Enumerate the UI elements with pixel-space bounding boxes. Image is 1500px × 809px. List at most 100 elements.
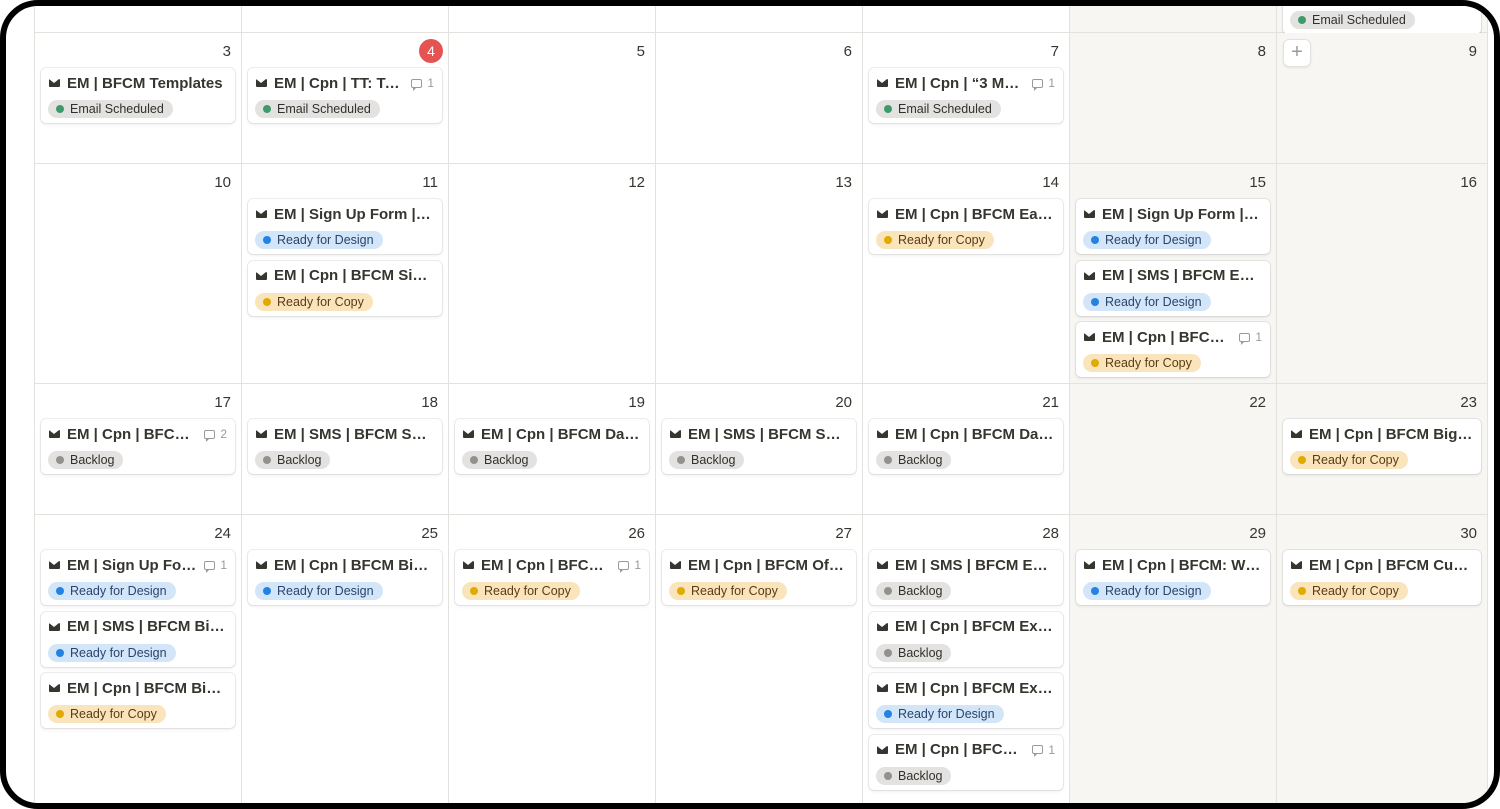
day-cell[interactable]: 27 EM | Cpn | BFCM Offer Ends Ready for Co… xyxy=(655,515,862,803)
status-tag: Ready for Design xyxy=(1083,292,1211,311)
day-cell[interactable]: 5 xyxy=(448,33,655,164)
day-cell[interactable]: 21 EM | Cpn | BFCM Daily Deal Backlog xyxy=(862,384,1069,515)
day-cell[interactable]: 12 xyxy=(448,164,655,384)
comment-count[interactable]: 1 xyxy=(204,558,227,573)
event-card[interactable]: EM | Cpn | BFCM Big Sale Ready for Copy xyxy=(1283,419,1481,474)
event-card[interactable]: EM | Cpn | BFCM Big Sale Ready for Design xyxy=(248,550,442,605)
event-card[interactable]: EM | Sign Up Form | Early Access Ready fo… xyxy=(1076,199,1270,254)
mail-icon xyxy=(877,79,888,87)
event-card[interactable]: EM | Cpn | BFCM Teaser 2 Backlog xyxy=(41,419,235,474)
event-title-row: EM | Cpn | BFCM Offer Ends xyxy=(670,556,848,574)
event-card[interactable]: EM | Cpn | BFCM Last 1 Backlog xyxy=(869,734,1063,790)
calendar-grid: Email Scheduled 3 EM | BFCM Templates Email… xyxy=(34,6,1488,803)
event-title: EM | Cpn | BFCM Sale xyxy=(481,556,610,574)
comment-count[interactable]: 1 xyxy=(618,558,641,573)
comment-number: 1 xyxy=(1048,76,1055,90)
event-card[interactable]: EM | SMS | BFCM SMS Teaser Backlog xyxy=(248,419,442,474)
event-card[interactable]: EM | Cpn | BFCM Sign Up Ready for Copy xyxy=(248,260,442,316)
event-card[interactable]: EM | Cpn | BFCM Offer Ends Ready for Copy xyxy=(662,550,856,605)
event-card[interactable]: EM | Cpn | BFCM Sale 1 Ready for Copy xyxy=(455,550,649,605)
day-cell[interactable]: 4 EM | Cpn | TT: Tuesday Topics 1 Email Sch… xyxy=(241,33,448,164)
event-card[interactable]: EM | Cpn | BFCM Big Sale Ready for Copy xyxy=(41,673,235,728)
day-cell[interactable]: 19 EM | Cpn | BFCM Daily Deal Backlog xyxy=(448,384,655,515)
day-cell[interactable]: 24 EM | Sign Up Form 1 Ready for Design EM |… xyxy=(34,515,241,803)
status-label: Email Scheduled xyxy=(898,102,992,116)
day-cell[interactable]: 28EM | SMS | BFCM ExtendedBacklogEM | Cp… xyxy=(862,515,1069,803)
comment-count[interactable]: 2 xyxy=(204,427,227,442)
event-card[interactable]: EM | SMS | BFCM Big Sale Ready for Design xyxy=(41,611,235,667)
status-dot xyxy=(1091,587,1099,595)
event-card[interactable]: EM | SMS | BFCM Early Access Ready for De… xyxy=(1076,260,1270,316)
day-cell[interactable] xyxy=(448,6,655,33)
day-cell[interactable]: 15 EM | Sign Up Form | Early Access Ready … xyxy=(1069,164,1276,384)
status-tag: Email Scheduled xyxy=(48,100,173,118)
day-cell[interactable]: Email Scheduled xyxy=(1276,6,1487,34)
comment-count[interactable]: 1 xyxy=(411,76,434,91)
event-title: EM | Cpn | BFCM Offer Ends xyxy=(688,556,848,574)
comment-count[interactable]: 1 xyxy=(1032,743,1055,757)
status-label: Backlog xyxy=(691,453,736,467)
event-title: EM | Cpn | BFCM Early xyxy=(1102,328,1231,346)
event-card[interactable]: EM | BFCM Templates Email Scheduled xyxy=(41,68,235,123)
event-card[interactable]: EM | Cpn | BFCM Daily Deal Backlog xyxy=(869,419,1063,474)
day-cell[interactable]: 10 xyxy=(34,164,241,384)
day-cell[interactable]: 25 EM | Cpn | BFCM Big Sale Ready for Desi… xyxy=(241,515,448,803)
status-tag: Ready for Copy xyxy=(876,231,994,249)
day-cell[interactable]: 22 xyxy=(1069,384,1276,515)
day-cell[interactable] xyxy=(241,6,448,33)
event-title-row: EM | Cpn | BFCM Early 1 xyxy=(1084,328,1262,346)
event-card[interactable]: EM | Cpn | BFCM Early 1 Ready for Copy xyxy=(1076,322,1270,377)
day-cell[interactable]: 26 EM | Cpn | BFCM Sale 1 Ready for Copy xyxy=(448,515,655,803)
event-title: EM | SMS | BFCM SMS Deal xyxy=(688,425,848,443)
day-cell[interactable]: 9 + xyxy=(1276,33,1487,164)
event-card[interactable]: EM | Cpn | “3 Must-Haves” 1 Email Schedule… xyxy=(869,68,1063,123)
event-card[interactable]: EM | Cpn | BFCM Extended Ready for Design xyxy=(869,673,1063,728)
event-title-row: EM | Cpn | BFCM Big Sale xyxy=(49,679,227,697)
day-cell[interactable]: 20 EM | SMS | BFCM SMS Deal Backlog xyxy=(655,384,862,515)
event-card[interactable]: EM | Sign Up Form 1 Ready for Design xyxy=(41,550,235,605)
comment-number: 1 xyxy=(1255,330,1262,344)
event-card[interactable]: EM | Sign Up Form | BFCM Ready for Design xyxy=(248,199,442,254)
day-cell[interactable]: 13 xyxy=(655,164,862,384)
event-card[interactable]: EM | SMS | BFCM SMS Deal Backlog xyxy=(662,419,856,474)
status-label: Ready for Copy xyxy=(898,233,985,247)
day-cell[interactable] xyxy=(862,6,1069,33)
status-dot xyxy=(677,587,685,595)
status-label: Ready for Copy xyxy=(1105,356,1192,370)
day-cell[interactable]: 16 xyxy=(1276,164,1487,384)
status-label: Ready for Copy xyxy=(1312,453,1399,467)
event-card[interactable]: EM | SMS | BFCM Extended Backlog xyxy=(869,550,1063,605)
event-card[interactable]: Email Scheduled xyxy=(1283,6,1481,34)
comment-count[interactable]: 1 xyxy=(1032,76,1055,91)
status-dot xyxy=(1091,359,1099,367)
mail-icon xyxy=(670,430,681,438)
status-dot xyxy=(884,456,892,464)
day-cell[interactable] xyxy=(655,6,862,33)
day-cell[interactable]: 3 EM | BFCM Templates Email Scheduled xyxy=(34,33,241,164)
comment-count[interactable]: 1 xyxy=(1239,330,1262,345)
day-cell[interactable]: 29 EM | Cpn | BFCM: What's Next Ready for … xyxy=(1069,515,1276,803)
day-number: 30 xyxy=(1460,525,1477,542)
day-cell[interactable]: 14 EM | Cpn | BFCM Early Access Ready for … xyxy=(862,164,1069,384)
event-card[interactable]: EM | Cpn | BFCM Early Access Ready for Co… xyxy=(869,199,1063,254)
event-title: EM | Sign Up Form xyxy=(67,556,197,574)
day-cell[interactable]: 8 xyxy=(1069,33,1276,164)
event-card[interactable]: EM | Cpn | BFCM Customer Ready for Copy xyxy=(1283,550,1481,605)
event-card[interactable]: EM | Cpn | BFCM Extended Backlog xyxy=(869,611,1063,667)
status-dot xyxy=(56,710,64,718)
plus-icon[interactable]: + xyxy=(1283,39,1311,67)
day-cell[interactable] xyxy=(1069,6,1276,33)
day-cell[interactable] xyxy=(34,6,241,33)
day-cell[interactable]: 30 EM | Cpn | BFCM Customer Ready for Copy xyxy=(1276,515,1487,803)
event-card[interactable]: EM | Cpn | BFCM Daily Deal Backlog xyxy=(455,419,649,474)
day-cell[interactable]: 6 xyxy=(655,33,862,164)
event-card[interactable]: EM | Cpn | TT: Tuesday Topics 1 Email Sche… xyxy=(248,68,442,123)
day-cell[interactable]: 23 EM | Cpn | BFCM Big Sale Ready for Copy xyxy=(1276,384,1487,515)
day-cell[interactable]: 17 EM | Cpn | BFCM Teaser 2 Backlog xyxy=(34,384,241,515)
day-cell[interactable]: 7 EM | Cpn | “3 Must-Haves” 1 Email Schedul… xyxy=(862,33,1069,164)
event-card[interactable]: EM | Cpn | BFCM: What's Next Ready for De… xyxy=(1076,550,1270,605)
day-cell[interactable]: 18 EM | SMS | BFCM SMS Teaser Backlog xyxy=(241,384,448,515)
event-title-row: EM | Cpn | BFCM Extended xyxy=(877,618,1055,636)
day-cell[interactable]: 11 EM | Sign Up Form | BFCM Ready for Desi… xyxy=(241,164,448,384)
status-tag: Ready for Copy xyxy=(48,705,166,723)
